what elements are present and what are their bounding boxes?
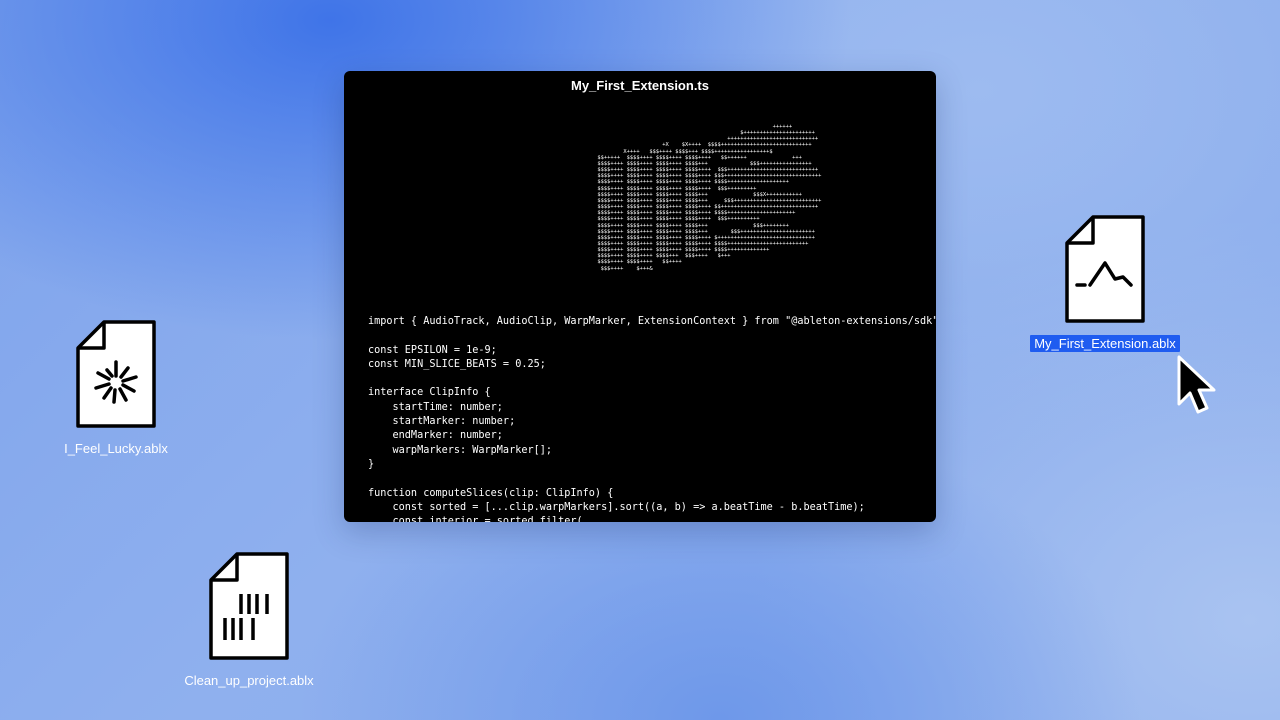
file-label-clean-up-project: Clean_up_project.ablx	[184, 673, 314, 688]
waveform-file-icon	[1065, 215, 1145, 323]
sparkle-file-icon	[76, 320, 156, 428]
desktop-file-my-first-extension[interactable]: My_First_Extension.ablx	[1014, 215, 1196, 352]
code-preview-window[interactable]: My_First_Extension.ts ++++++ $++++++++++…	[344, 71, 936, 522]
file-label-i-feel-lucky: I_Feel_Lucky.ablx	[64, 441, 168, 456]
file-label-my-first-extension: My_First_Extension.ablx	[1030, 335, 1180, 352]
desktop-file-i-feel-lucky[interactable]: I_Feel_Lucky.ablx	[36, 320, 196, 457]
code-content: import { AudioTrack, AudioClip, WarpMark…	[368, 316, 936, 522]
window-title: My_First_Extension.ts	[571, 78, 709, 93]
ascii-art-logo: ++++++ $++++++++++++++++++++++ +++++++++…	[597, 124, 822, 272]
barcode-file-icon	[209, 552, 289, 660]
mouse-pointer-icon	[1177, 355, 1216, 414]
desktop-file-clean-up-project[interactable]: Clean_up_project.ablx	[169, 552, 329, 689]
